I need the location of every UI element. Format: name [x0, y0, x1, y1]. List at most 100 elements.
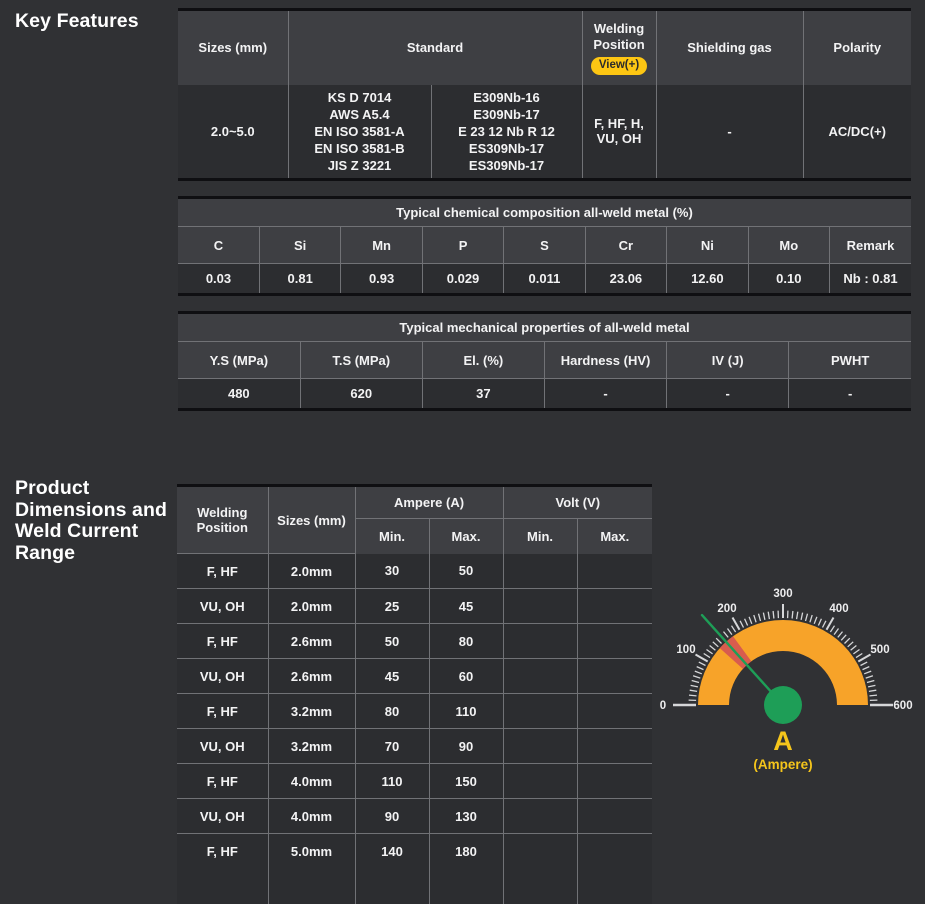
cell: [503, 764, 577, 799]
standards-list-right: E309Nb-16E309Nb-17E 23 12 Nb R 12ES309Nb…: [431, 85, 582, 180]
gauge-tick: [863, 667, 870, 670]
weld-current-table: Welding Position Sizes (mm) Ampere (A) V…: [177, 484, 652, 904]
col-header-sizes: Sizes (mm): [268, 486, 355, 554]
cell: -: [544, 379, 666, 410]
header-row: Y.S (MPa)T.S (MPa)El. (%)Hardness (HV)IV…: [178, 342, 911, 379]
gauge-tick: [713, 642, 719, 647]
gauge-tick: [866, 676, 873, 678]
cell: 140: [355, 834, 429, 869]
cell: 480: [178, 379, 300, 410]
cell: P: [422, 227, 503, 264]
col-header-sizes: Sizes (mm): [178, 10, 288, 85]
gauge-tick: [853, 650, 859, 654]
standard-line: E 23 12 Nb R 12: [436, 123, 578, 140]
gauge-tick: [773, 611, 774, 619]
gauge-tick: [692, 681, 699, 683]
cell: F, HF: [177, 694, 268, 729]
gauge-tick: [695, 671, 702, 674]
gauge-dial: 0100200300400500600: [650, 574, 916, 726]
cell: Si: [259, 227, 340, 264]
cell: 25: [355, 589, 429, 624]
shielding-gas-value: -: [656, 85, 803, 180]
cell: 2.0mm: [268, 589, 355, 624]
standard-line: AWS A5.4: [293, 106, 427, 123]
standard-line: ES309Nb-17: [436, 140, 578, 157]
cell: -: [789, 379, 911, 410]
cell: [503, 869, 577, 904]
col-header-standard: Standard: [288, 10, 582, 85]
cell: 90: [429, 729, 503, 764]
polarity-value: AC/DC(+): [803, 85, 911, 180]
gauge-tick: [768, 612, 769, 619]
standard-line: E309Nb-17: [436, 106, 578, 123]
cell: [577, 869, 652, 904]
table-row: VU, OH2.0mm2545: [177, 589, 652, 624]
gauge-tick-label: 300: [773, 588, 792, 600]
gauge-tick: [697, 667, 704, 670]
cell: 5.0mm: [268, 834, 355, 869]
sizes-value: 2.0~5.0: [178, 85, 288, 180]
cell: [503, 589, 577, 624]
cell: [503, 799, 577, 834]
cell: [577, 659, 652, 694]
cell: [503, 554, 577, 589]
gauge-tick: [754, 615, 756, 622]
cell: Y.S (MPa): [178, 342, 300, 379]
gauge-tick: [699, 662, 706, 665]
gauge-unit-sublabel: (Ampere): [650, 756, 916, 773]
col-header-ampere: Ampere (A): [355, 486, 503, 519]
standard-line: EN ISO 3581-B: [293, 140, 427, 157]
cell: F, HF: [177, 764, 268, 799]
gauge-tick: [797, 612, 798, 619]
gauge-tick: [869, 690, 876, 691]
col-header-ampere-min: Min.: [355, 519, 429, 554]
chemical-composition-table: Typical chemical composition all-weld me…: [178, 196, 911, 296]
gauge-tick: [838, 632, 843, 638]
cell: 0.10: [748, 264, 829, 295]
cell: [503, 694, 577, 729]
cell: F, HF: [177, 834, 268, 869]
cell: 4.0mm: [268, 799, 355, 834]
header-row: CSiMnPSCrNiMoRemark: [178, 227, 911, 264]
cell: 620: [300, 379, 422, 410]
standard-line: EN ISO 3581-A: [293, 123, 427, 140]
col-header-shielding-gas: Shielding gas: [656, 10, 803, 85]
table-row: F, HF2.6mm5080: [177, 624, 652, 659]
product-dimensions-heading: Product Dimensions and Weld Current Rang…: [15, 478, 193, 564]
cell: 0.011: [504, 264, 585, 295]
cell: VU, OH: [177, 729, 268, 764]
gauge-tick: [848, 642, 854, 647]
welding-position-value: F, HF, H, VU, OH: [582, 85, 656, 180]
cell: Remark: [830, 227, 912, 264]
cell: Mo: [748, 227, 829, 264]
chemical-table-title: Typical chemical composition all-weld me…: [178, 198, 911, 227]
cell: 0.93: [341, 264, 422, 295]
gauge-tick: [716, 638, 721, 643]
table-title-row: Typical mechanical properties of all-wel…: [178, 313, 911, 342]
cell: [577, 764, 652, 799]
table-row: F, HF2.0mm3050: [177, 554, 652, 589]
gauge-tick: [868, 685, 875, 687]
gauge-tick-label: 0: [660, 700, 666, 712]
cell: -: [667, 379, 789, 410]
table-row: VU, OH4.0mm90130: [177, 799, 652, 834]
gauge-tick: [710, 646, 716, 651]
cell: IV (J): [667, 342, 789, 379]
gauge-tick: [690, 690, 697, 691]
view-button[interactable]: View(+): [591, 57, 647, 75]
gauge-tick-label: 100: [676, 644, 695, 656]
cell: [577, 694, 652, 729]
mechanical-table-title: Typical mechanical properties of all-wel…: [178, 313, 911, 342]
gauge-tick-label: 400: [829, 603, 848, 615]
cell: F, HF: [177, 624, 268, 659]
gauge-tick: [870, 695, 878, 696]
cell: T.S (MPa): [300, 342, 422, 379]
standard-line: ES309Nb-17: [436, 157, 578, 174]
cell: 30: [355, 554, 429, 589]
ampere-gauge: 0100200300400500600 A (Ampere): [650, 574, 916, 773]
cell: [268, 869, 355, 904]
page: { "headings": { "key_features": "Key Fea…: [0, 0, 925, 877]
cell: [503, 834, 577, 869]
gauge-tick: [830, 626, 834, 632]
table-row: VU, OH2.6mm4560: [177, 659, 652, 694]
